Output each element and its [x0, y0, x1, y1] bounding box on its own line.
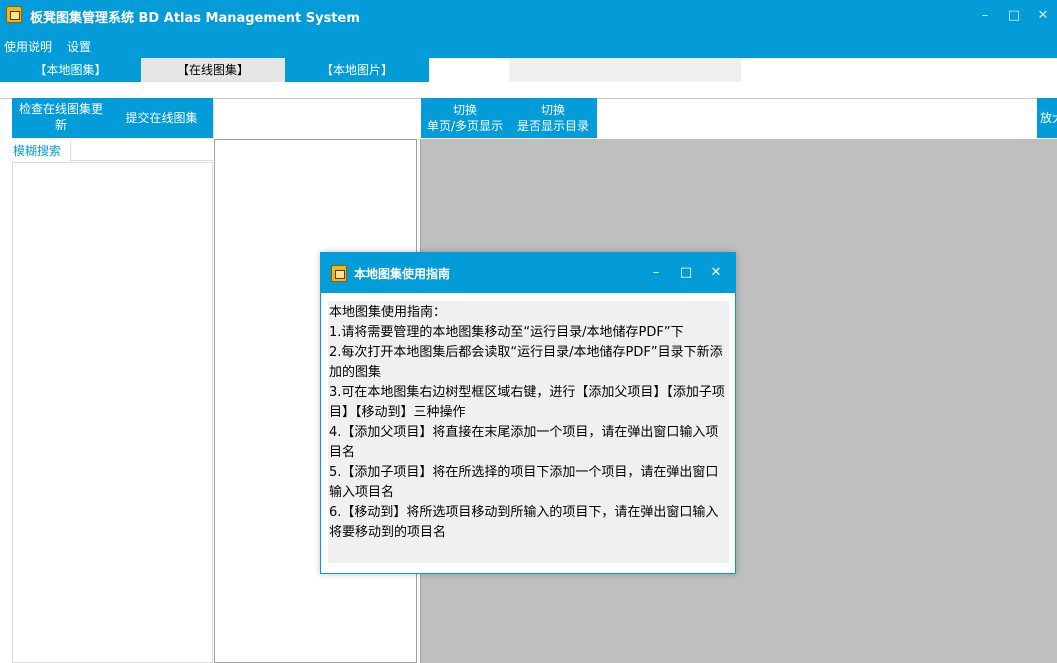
toggle-toc-line1: 切换: [540, 103, 565, 117]
submit-online-atlas-button[interactable]: 提交在线图集: [110, 98, 213, 138]
atlas-list[interactable]: [12, 162, 213, 663]
local-atlas-guide-dialog: 本地图集使用指南 – □ ✕ 本地图集使用指南： 1.请将需要管理的本地图集移动…: [320, 252, 736, 574]
title-bar[interactable]: 板凳图集管理系统 BD Atlas Management System – □ …: [0, 0, 1057, 32]
toggle-toc-button[interactable]: 切换 是否显示目录: [509, 98, 597, 138]
menu-settings[interactable]: 设置: [67, 38, 91, 55]
guide-line-4: 4.【添加父项目】将直接在末尾添加一个项目，请在弹出窗口输入项目名: [329, 425, 719, 460]
dialog-app-icon: [331, 265, 347, 282]
tab-online-atlas[interactable]: 【在线图集】: [141, 58, 285, 82]
toolbar-divider: [213, 98, 214, 139]
tab-bar: 【本地图集】 【在线图集】 【本地图片】: [0, 58, 1057, 82]
guide-line-2: 2.每次打开本地图集后都会读取“运行目录/本地储存PDF”目录下新添加的图集: [329, 345, 723, 380]
dialog-maximize-button[interactable]: □: [677, 264, 695, 282]
fuzzy-search-input[interactable]: [71, 139, 213, 161]
dialog-close-button[interactable]: ✕: [707, 264, 725, 282]
toggle-page-mode-button[interactable]: 切换 单页/多页显示: [421, 98, 509, 138]
dialog-title-bar[interactable]: 本地图集使用指南 – □ ✕: [321, 253, 735, 293]
menu-usage-guide[interactable]: 使用说明: [4, 38, 52, 55]
close-button[interactable]: ✕: [1033, 6, 1053, 26]
guide-line-6: 6.【移动到】将所选项目移动到所输入的项目下，请在弹出窗口输入将要移动到的项目名: [329, 505, 719, 540]
check-online-update-label: 检查在线图集更新: [18, 102, 103, 132]
tab-strip-empty: [509, 58, 741, 82]
toggle-toc-line2: 是否显示目录: [516, 119, 589, 133]
zoom-in-button[interactable]: 放大: [1037, 98, 1057, 138]
guide-line-1: 1.请将需要管理的本地图集移动至“运行目录/本地储存PDF”下: [329, 325, 684, 340]
toggle-page-mode-line1: 切换: [452, 103, 477, 117]
app-icon: [6, 6, 22, 23]
guide-line-3: 3.可在本地图集右边树型框区域右键，进行【添加父项目】【添加子项目】【移动到】三…: [329, 385, 725, 420]
tab-local-images[interactable]: 【本地图片】: [285, 58, 429, 82]
toggle-page-mode-line2: 单页/多页显示: [426, 119, 504, 133]
maximize-button[interactable]: □: [1004, 6, 1024, 26]
menu-bar: 使用说明 设置: [0, 32, 1057, 58]
tab-local-atlas[interactable]: 【本地图集】: [0, 58, 141, 82]
dialog-minimize-button[interactable]: –: [647, 264, 665, 282]
fuzzy-search-label: 模糊搜索: [12, 141, 71, 162]
guide-line-5: 5.【添加子项目】将在所选择的项目下添加一个项目，请在弹出窗口输入项目名: [329, 465, 719, 500]
atlas-list-pane: 模糊搜索: [12, 139, 213, 663]
dialog-title: 本地图集使用指南: [354, 267, 451, 281]
minimize-button[interactable]: –: [975, 6, 995, 26]
window-title: 板凳图集管理系统 BD Atlas Management System: [30, 11, 360, 26]
guide-line-0: 本地图集使用指南：: [329, 305, 447, 320]
check-online-update-button[interactable]: 检查在线图集更新: [12, 98, 110, 138]
dialog-guide-text: 本地图集使用指南： 1.请将需要管理的本地图集移动至“运行目录/本地储存PDF”…: [328, 301, 729, 563]
